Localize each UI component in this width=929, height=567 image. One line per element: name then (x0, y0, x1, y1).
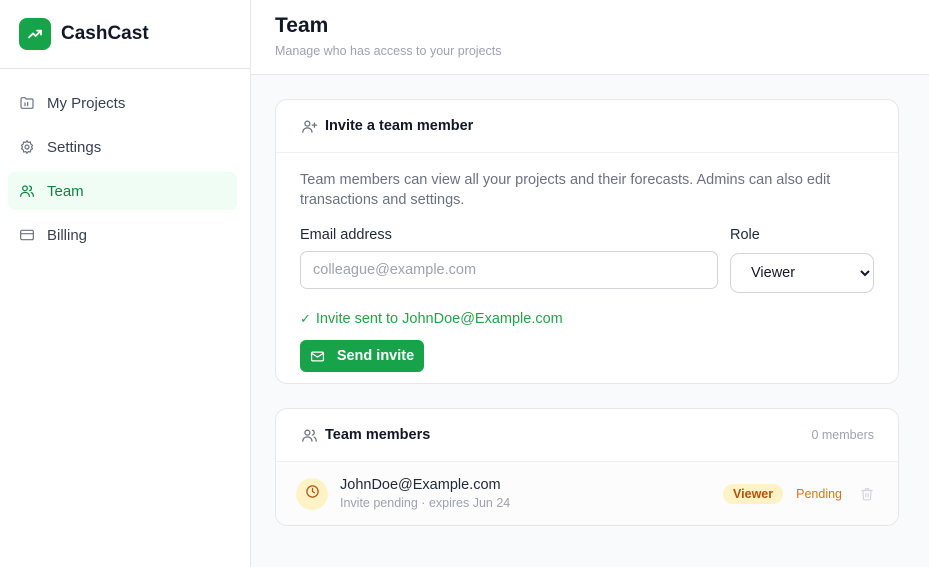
team-members-card: Team members 0 members JohnDoe@Example.c… (275, 408, 899, 526)
credit-card-icon (19, 227, 35, 243)
sidebar-item-label: Settings (47, 138, 102, 156)
success-text: Invite sent to JohnDoe@Example.com (315, 311, 563, 327)
brand: CashCast (0, 0, 250, 69)
list-item: JohnDoe@Example.com Invite pending · exp… (276, 462, 898, 525)
users-icon (300, 426, 318, 444)
user-plus-icon (300, 117, 318, 135)
avatar (296, 477, 328, 510)
sidebar: CashCast My Projects Settings Team Billi… (0, 0, 251, 567)
team-members-title: Team members (325, 427, 431, 443)
sidebar-item-label: Billing (47, 226, 88, 244)
members-count: 0 members (811, 428, 874, 442)
sidebar-item-billing[interactable]: Billing (8, 216, 237, 254)
send-invite-button[interactable]: Send invite (300, 340, 424, 372)
invite-description: Team members can view all your projects … (300, 172, 831, 208)
send-invite-label: Send invite (336, 348, 415, 364)
check-icon: ✓ (300, 311, 311, 326)
trending-up-icon (19, 18, 51, 50)
clock-icon (305, 484, 320, 504)
role-field-group: Role Viewer (730, 226, 874, 293)
mail-icon (310, 349, 325, 364)
role-label: Role (730, 227, 760, 243)
sidebar-item-label: My Projects (47, 94, 126, 112)
app-name: CashCast (61, 23, 149, 44)
page-title: Team (275, 14, 329, 37)
invite-form-row: Email address Role Viewer (300, 226, 874, 293)
invite-card-title: Invite a team member (325, 118, 474, 134)
sidebar-item-team[interactable]: Team (8, 172, 237, 210)
page-subtitle: Manage who has access to your projects (275, 44, 502, 58)
email-label: Email address (300, 227, 392, 243)
main-content: Team Manage who has access to your proje… (251, 0, 929, 567)
sidebar-item-my-projects[interactable]: My Projects (8, 84, 237, 122)
users-icon (19, 183, 35, 199)
role-select[interactable]: Viewer (730, 253, 874, 293)
page-header: Team Manage who has access to your proje… (251, 0, 929, 75)
invite-card-header: Invite a team member (276, 100, 898, 153)
team-members-header: Team members 0 members (276, 409, 898, 462)
member-info: JohnDoe@Example.com Invite pending · exp… (340, 477, 510, 510)
gear-icon (19, 139, 35, 155)
trash-icon[interactable] (860, 487, 874, 501)
sidebar-item-settings[interactable]: Settings (8, 128, 237, 166)
invite-form: Team members can view all your projects … (276, 153, 898, 372)
invite-card: Invite a team member Team members can vi… (275, 99, 899, 384)
role-badge: Viewer (723, 483, 784, 504)
status-badge: Pending (796, 486, 842, 501)
invite-success-message: ✓ Invite sent to JohnDoe@Example.com (300, 311, 874, 327)
member-meta: Invite pending · expires Jun 24 (340, 496, 511, 510)
sidebar-nav: My Projects Settings Team Billing (0, 69, 250, 254)
sidebar-item-label: Team (47, 182, 84, 200)
email-field[interactable] (300, 251, 718, 289)
email-field-group: Email address (300, 226, 718, 293)
folder-icon (19, 95, 35, 111)
member-email: JohnDoe@Example.com (340, 477, 501, 493)
member-actions: Viewer Pending (723, 483, 874, 504)
